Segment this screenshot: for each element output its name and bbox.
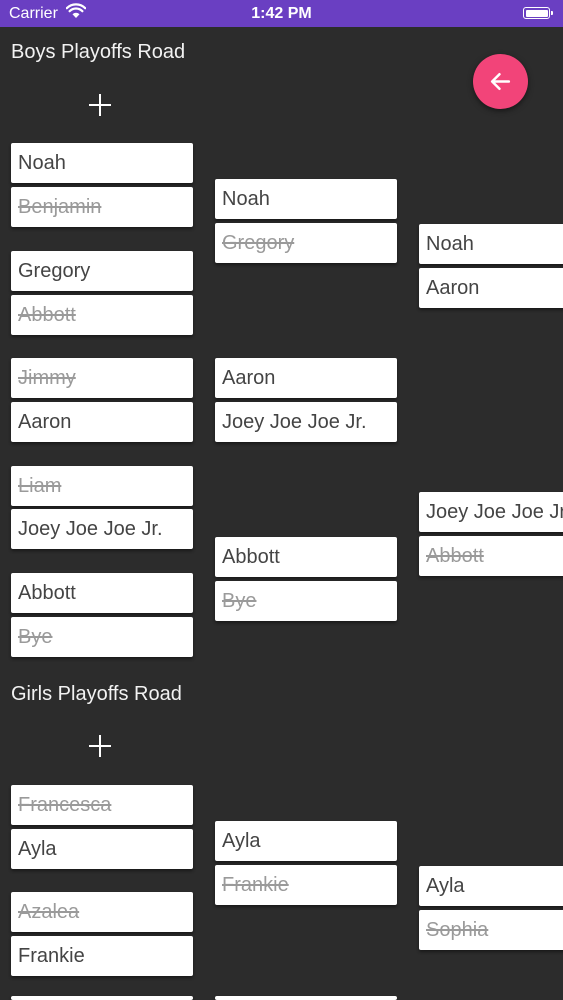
bracket-slot[interactable]: Gregory bbox=[11, 251, 193, 291]
bracket-slot[interactable]: Aaron bbox=[215, 358, 397, 398]
bracket-slot[interactable]: Frankie bbox=[11, 936, 193, 976]
bracket-slot-partial[interactable] bbox=[215, 996, 397, 1000]
bracket-slot[interactable]: Benjamin bbox=[11, 187, 193, 227]
bracket-slot[interactable]: Frankie bbox=[215, 865, 397, 905]
girls-section-title: Girls Playoffs Road bbox=[11, 683, 182, 705]
bracket-slot[interactable]: Aaron bbox=[419, 268, 563, 308]
bracket-slot[interactable]: Abbott bbox=[11, 295, 193, 335]
bracket-slot[interactable]: Sophia bbox=[419, 910, 563, 950]
bracket-slot[interactable]: Ayla bbox=[11, 829, 193, 869]
bracket-slot[interactable]: Noah bbox=[11, 143, 193, 183]
clock: 1:42 PM bbox=[251, 5, 312, 22]
bracket-slot[interactable]: Joey Joe Joe Jr. bbox=[215, 402, 397, 442]
bracket-slot[interactable]: Gregory bbox=[215, 223, 397, 263]
bracket-slot-partial[interactable] bbox=[11, 996, 193, 1000]
bracket-slot[interactable]: Azalea bbox=[11, 892, 193, 932]
back-button[interactable] bbox=[473, 54, 528, 109]
bracket-slot[interactable]: Bye bbox=[11, 617, 193, 657]
bracket-slot[interactable]: Noah bbox=[419, 224, 563, 264]
bracket-slot[interactable]: Jimmy bbox=[11, 358, 193, 398]
bracket-slot[interactable]: Aaron bbox=[11, 402, 193, 442]
bracket-slot[interactable]: Liam bbox=[11, 466, 193, 506]
bracket-slot[interactable]: Bye bbox=[215, 581, 397, 621]
arrow-left-icon bbox=[490, 72, 511, 91]
bracket-slot[interactable]: Noah bbox=[215, 179, 397, 219]
bracket-slot[interactable]: Abbott bbox=[11, 573, 193, 613]
battery-icon bbox=[523, 7, 553, 19]
status-bar: Carrier 1:42 PM bbox=[0, 0, 563, 27]
bracket-slot[interactable]: Ayla bbox=[215, 821, 397, 861]
add-boys-icon[interactable] bbox=[89, 92, 115, 118]
boys-section-title: Boys Playoffs Road bbox=[11, 41, 186, 63]
bracket-slot[interactable]: Joey Joe Joe Jr. bbox=[11, 509, 193, 549]
bracket-slot[interactable]: Joey Joe Joe Jr. bbox=[419, 492, 563, 532]
bracket-slot[interactable]: Abbott bbox=[419, 536, 563, 576]
bracket-slot[interactable]: Abbott bbox=[215, 537, 397, 577]
bracket-slot[interactable]: Francesca bbox=[11, 785, 193, 825]
add-girls-icon[interactable] bbox=[89, 733, 115, 759]
bracket-slot[interactable]: Ayla bbox=[419, 866, 563, 906]
